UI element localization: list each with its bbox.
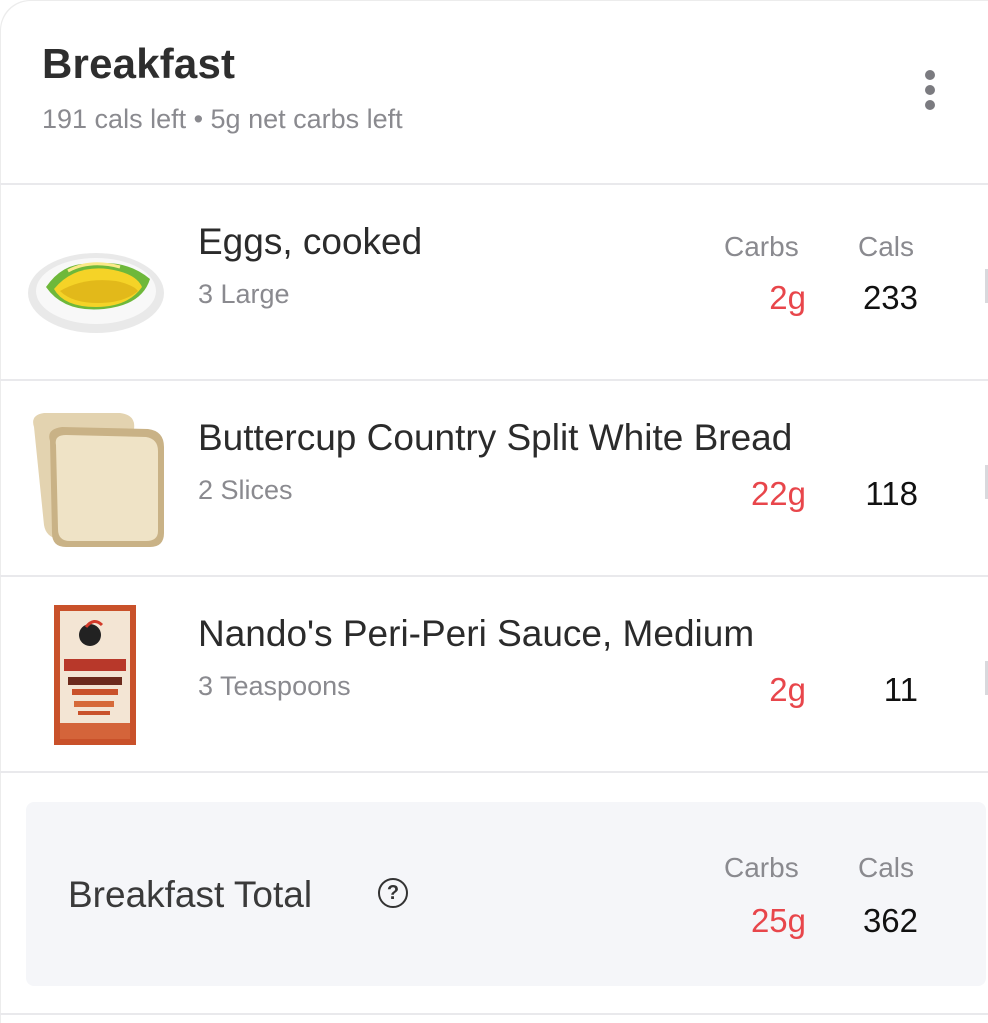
food-item-sauce[interactable]: Nando's Peri-Peri Sauce, Medium 3 Teaspo… bbox=[0, 577, 988, 773]
meal-total-panel: Breakfast Total ? Carbs Cals 25g 362 bbox=[26, 802, 986, 986]
food-item-name: Buttercup Country Split White Bread bbox=[198, 417, 793, 458]
food-item-cals: 11 bbox=[883, 671, 918, 708]
food-item-carbs: 22g bbox=[750, 475, 806, 512]
food-item-carbs: 2g bbox=[769, 279, 806, 316]
food-item-name: Eggs, cooked bbox=[198, 221, 423, 262]
total-cals-header: Cals bbox=[858, 852, 915, 883]
food-item-eggs[interactable]: Eggs, cooked 3 Large Carbs Cals 2g 233 bbox=[0, 185, 988, 381]
help-circle-icon[interactable]: ? bbox=[378, 878, 408, 908]
total-carbs-value: 25g bbox=[750, 902, 806, 939]
food-item-portion: 3 Large bbox=[198, 279, 290, 309]
more-options-icon[interactable] bbox=[904, 62, 956, 118]
food-item-cals: 233 bbox=[862, 279, 918, 316]
food-item-cals: 118 bbox=[865, 475, 918, 512]
bread-slices-image bbox=[33, 413, 165, 547]
meal-summary: 191 cals left • 5g net carbs left bbox=[42, 104, 403, 134]
food-item-carbs: 2g bbox=[769, 671, 806, 708]
eggs-plate-image bbox=[28, 253, 164, 333]
total-carbs-header: Carbs bbox=[724, 852, 799, 883]
meal-card: Breakfast 191 cals left • 5g net carbs l… bbox=[0, 0, 988, 1023]
sauce-bottle-image bbox=[54, 605, 136, 745]
cals-column-header: Cals bbox=[858, 231, 915, 262]
food-item-bread[interactable]: Buttercup Country Split White Bread 2 Sl… bbox=[0, 381, 988, 577]
food-item-portion: 2 Slices bbox=[198, 475, 293, 505]
food-item-name: Nando's Peri-Peri Sauce, Medium bbox=[198, 613, 755, 654]
bottom-divider bbox=[0, 1013, 988, 1015]
total-cals-value: 362 bbox=[862, 902, 918, 939]
meal-title: Breakfast bbox=[42, 40, 236, 87]
food-item-portion: 3 Teaspoons bbox=[198, 671, 351, 701]
meal-header: Breakfast 191 cals left • 5g net carbs l… bbox=[0, 0, 988, 185]
meal-total-label: Breakfast Total bbox=[68, 874, 313, 915]
carbs-column-header: Carbs bbox=[724, 231, 799, 262]
